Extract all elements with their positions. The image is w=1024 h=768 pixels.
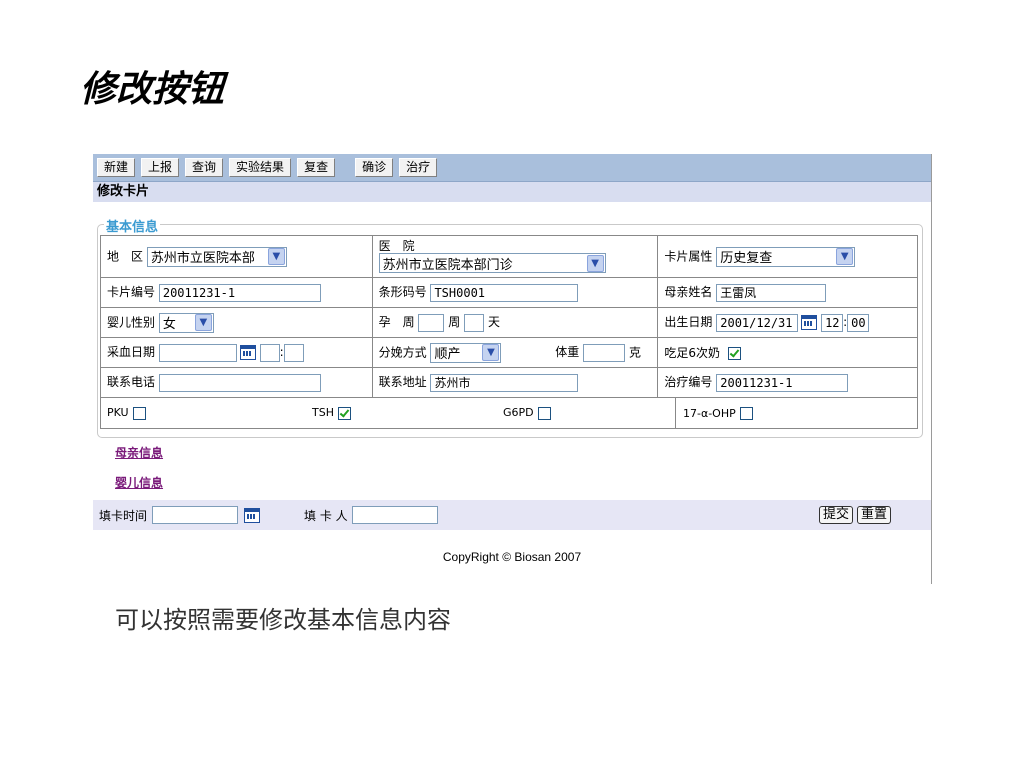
confirm-button[interactable]: 确诊 bbox=[355, 158, 394, 177]
tsh-checkbox[interactable] bbox=[337, 406, 351, 420]
recheck-button[interactable]: 复查 bbox=[297, 158, 336, 177]
tsh-cell: TSH bbox=[309, 406, 501, 420]
weight-label: 体重 bbox=[555, 345, 580, 359]
tsh-label: TSH bbox=[312, 406, 334, 420]
birth-date-input[interactable]: 2001/12/31 bbox=[716, 313, 799, 332]
treatment-no-label: 治疗编号 bbox=[664, 375, 713, 390]
delivery-select[interactable]: 顺产 ▼ bbox=[430, 342, 502, 363]
card-attr-label: 卡片属性 bbox=[664, 249, 713, 263]
weight-input[interactable] bbox=[583, 343, 626, 362]
basic-info-legend: 基本信息 bbox=[104, 216, 161, 235]
card-no-input[interactable]: 20011231-1 bbox=[158, 283, 321, 302]
delivery-label: 分娩方式 bbox=[378, 345, 427, 359]
report-button[interactable]: 上报 bbox=[141, 158, 180, 177]
barcode-label: 条形码号 bbox=[378, 285, 427, 300]
pku-cell: PKU bbox=[101, 406, 309, 420]
ohp-cell: 17-α-OHP bbox=[675, 398, 753, 428]
card-title: 修改卡片 bbox=[93, 182, 931, 202]
week-unit: 周 bbox=[448, 315, 461, 330]
delivery-value: 顺产 bbox=[434, 347, 461, 362]
fill-time-label: 填卡时间 bbox=[99, 508, 148, 523]
baby-sex-value: 女 bbox=[162, 317, 176, 332]
blood-date-label: 采血日期 bbox=[107, 345, 156, 360]
g6pd-cell: G6PD bbox=[501, 406, 675, 420]
new-button[interactable]: 新建 bbox=[97, 158, 136, 177]
region-value: 苏州市立医院本部 bbox=[150, 251, 255, 266]
pregnancy-label: 孕 周 bbox=[378, 315, 415, 330]
milk-checkbox[interactable] bbox=[727, 347, 741, 360]
lab-result-button[interactable]: 实验结果 bbox=[229, 158, 292, 177]
ohp-checkbox[interactable] bbox=[739, 406, 753, 420]
calendar-icon[interactable] bbox=[801, 315, 818, 331]
reset-button[interactable]: 重置 bbox=[856, 506, 891, 524]
region-select[interactable]: 苏州市立医院本部 ▼ bbox=[146, 246, 287, 267]
mother-info-link[interactable]: 母亲信息 bbox=[115, 444, 163, 461]
birth-date-label: 出生日期 bbox=[664, 315, 713, 330]
day-unit: 天 bbox=[487, 315, 500, 330]
treatment-button[interactable]: 治疗 bbox=[399, 158, 438, 177]
chevron-down-icon[interactable]: ▼ bbox=[194, 314, 212, 331]
card-attr-value: 历史复查 bbox=[720, 251, 773, 266]
mother-name-input[interactable]: 王雷凤 bbox=[716, 283, 827, 302]
toolbar: 新建 上报 查询 实验结果 复查 确诊 治疗 bbox=[93, 154, 931, 182]
birth-hour-input[interactable]: 12 bbox=[821, 313, 844, 332]
baby-sex-select[interactable]: 女 ▼ bbox=[158, 312, 214, 333]
chevron-down-icon[interactable]: ▼ bbox=[482, 344, 500, 361]
blood-date-input[interactable] bbox=[158, 343, 237, 362]
birth-minute-input[interactable]: 00 bbox=[847, 313, 870, 332]
pregnancy-week-input[interactable] bbox=[418, 313, 445, 332]
card-attr-select[interactable]: 历史复查 ▼ bbox=[716, 246, 856, 267]
basic-info-fieldset: 基本信息 地 区 苏州市立医院本部 ▼ 医 院 苏州市立医院本部门诊 ▼ 卡片属… bbox=[97, 216, 923, 438]
filler-label: 填 卡 人 bbox=[304, 508, 348, 523]
pku-label: PKU bbox=[107, 406, 129, 420]
milk-label: 吃足6次奶 bbox=[664, 346, 721, 360]
baby-sex-label: 婴儿性别 bbox=[107, 315, 156, 329]
region-label: 地 区 bbox=[107, 249, 144, 263]
filler-input[interactable] bbox=[351, 506, 438, 524]
basic-info-table: 地 区 苏州市立医院本部 ▼ 医 院 苏州市立医院本部门诊 ▼ 卡片属性 历史复… bbox=[100, 235, 918, 429]
calendar-icon[interactable] bbox=[244, 507, 261, 523]
barcode-input[interactable]: TSH0001 bbox=[430, 283, 579, 302]
pku-checkbox[interactable] bbox=[132, 406, 146, 420]
submit-button[interactable]: 提交 bbox=[818, 506, 853, 524]
pregnancy-day-input[interactable] bbox=[464, 313, 485, 332]
query-button[interactable]: 查询 bbox=[185, 158, 224, 177]
slide-title: 修改按钮 bbox=[80, 68, 225, 110]
chevron-down-icon[interactable]: ▼ bbox=[267, 248, 285, 265]
fill-time-input[interactable] bbox=[152, 506, 239, 524]
chevron-down-icon[interactable]: ▼ bbox=[586, 254, 604, 272]
calendar-icon[interactable] bbox=[239, 345, 256, 361]
copyright: CopyRight © Biosan 2007 bbox=[442, 550, 582, 564]
phone-label: 联系电话 bbox=[107, 375, 156, 390]
fill-info-bar: 填卡时间 填 卡 人 提交 重置 bbox=[93, 500, 931, 530]
g6pd-checkbox[interactable] bbox=[537, 406, 551, 420]
g6pd-label: G6PD bbox=[503, 406, 534, 420]
ohp-label: 17-α-OHP bbox=[683, 406, 736, 420]
address-label: 联系地址 bbox=[378, 375, 427, 390]
hospital-value: 苏州市立医院本部门诊 bbox=[382, 257, 513, 273]
chevron-down-icon[interactable]: ▼ bbox=[836, 248, 854, 265]
blood-minute-input[interactable] bbox=[283, 343, 304, 362]
app-window: 新建 上报 查询 实验结果 复查 确诊 治疗 修改卡片 基本信息 地 区 苏州市… bbox=[93, 154, 932, 584]
address-input[interactable]: 苏州市 bbox=[430, 373, 579, 392]
treatment-no-input[interactable]: 20011231-1 bbox=[716, 373, 849, 392]
blood-hour-input[interactable] bbox=[259, 343, 280, 362]
card-no-label: 卡片编号 bbox=[107, 285, 156, 300]
phone-input[interactable] bbox=[158, 373, 321, 392]
slide-caption: 可以按照需要修改基本信息内容 bbox=[115, 606, 451, 634]
hospital-select[interactable]: 苏州市立医院本部门诊 ▼ bbox=[378, 253, 606, 273]
hospital-label: 医 院 bbox=[378, 239, 415, 253]
baby-info-link[interactable]: 婴儿信息 bbox=[115, 474, 163, 491]
mother-name-label: 母亲姓名 bbox=[664, 285, 713, 300]
weight-unit: 克 bbox=[628, 345, 641, 359]
